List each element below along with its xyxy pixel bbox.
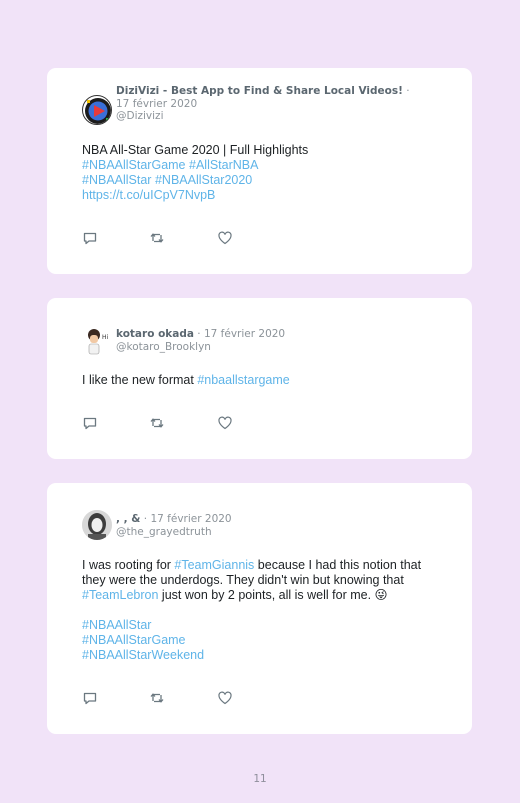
tweet-link[interactable]: https://t.co/uICpV7NvpB	[82, 188, 215, 202]
hashtag[interactable]: #AllStarNBA	[189, 158, 258, 172]
hashtag[interactable]: #nbaallstargame	[197, 373, 289, 387]
tweet-header: , , & · 17 février 2020 @the_grayedtruth	[116, 513, 412, 538]
tweet-header: DiziVizi - Best App to Find & Share Loca…	[116, 85, 412, 123]
tweet-card-3: , , & · 17 février 2020 @the_grayedtruth…	[47, 483, 472, 734]
kotaro-avatar[interactable]: Hi	[82, 326, 112, 356]
tweet-date[interactable]: · 17 février 2020	[194, 328, 285, 340]
tweet-date[interactable]: · 17 février 2020	[140, 513, 232, 525]
reply-icon[interactable]	[82, 230, 98, 246]
tweet-text: I was rooting for #TeamGiannis because I…	[82, 558, 438, 663]
author-handle[interactable]: @the_grayedtruth	[116, 526, 412, 539]
retweet-icon[interactable]	[149, 415, 165, 431]
reply-icon[interactable]	[82, 415, 98, 431]
tweet-text-part: I like the new format	[82, 373, 198, 387]
like-icon[interactable]	[217, 230, 233, 246]
tweet-text: NBA All-Star Game 2020 | Full Highlights…	[82, 143, 438, 203]
retweet-icon[interactable]	[149, 230, 165, 246]
retweet-icon[interactable]	[149, 690, 165, 706]
dizivizi-avatar[interactable]	[82, 95, 112, 125]
grayedtruth-avatar[interactable]	[82, 510, 112, 540]
tweet-text-line: NBA All-Star Game 2020 | Full Highlights	[82, 143, 309, 157]
author-handle[interactable]: @kotaro_Brooklyn	[116, 341, 412, 354]
like-icon[interactable]	[217, 690, 233, 706]
hashtag[interactable]: #TeamGiannis	[174, 558, 254, 572]
author-handle[interactable]: @Dizivizi	[116, 110, 412, 123]
hashtag[interactable]: #NBAAllStarWeekend	[82, 648, 204, 662]
svg-text:Hi: Hi	[102, 334, 109, 341]
author-name[interactable]: DiziVizi - Best App to Find & Share Loca…	[116, 85, 403, 97]
hashtag[interactable]: #NBAAllStarGame	[82, 158, 186, 172]
wink-emoji: 😜	[374, 588, 388, 602]
author-name[interactable]: kotaro okada	[116, 328, 194, 340]
hashtag[interactable]: #TeamLebron	[82, 588, 158, 602]
tweet-header: kotaro okada · 17 février 2020 @kotaro_B…	[116, 328, 412, 353]
tweet-text: I like the new format #nbaallstargame	[82, 373, 438, 388]
hashtag[interactable]: #NBAAllStar	[82, 173, 151, 187]
like-icon[interactable]	[217, 415, 233, 431]
tweet-card-1: DiziVizi - Best App to Find & Share Loca…	[47, 68, 472, 274]
tweet-card-2: Hi kotaro okada · 17 février 2020 @kotar…	[47, 298, 472, 459]
reply-icon[interactable]	[82, 690, 98, 706]
author-name[interactable]: , , &	[116, 513, 140, 525]
tweet-text-part: I was rooting for	[82, 558, 175, 572]
hashtag[interactable]: #NBAAllStar	[82, 618, 151, 632]
tweet-text-part: just won by 2 points, all is well for me…	[158, 588, 375, 602]
hashtag[interactable]: #NBAAllStar2020	[155, 173, 252, 187]
page-number: 11	[253, 773, 267, 785]
hashtag[interactable]: #NBAAllStarGame	[82, 633, 186, 647]
